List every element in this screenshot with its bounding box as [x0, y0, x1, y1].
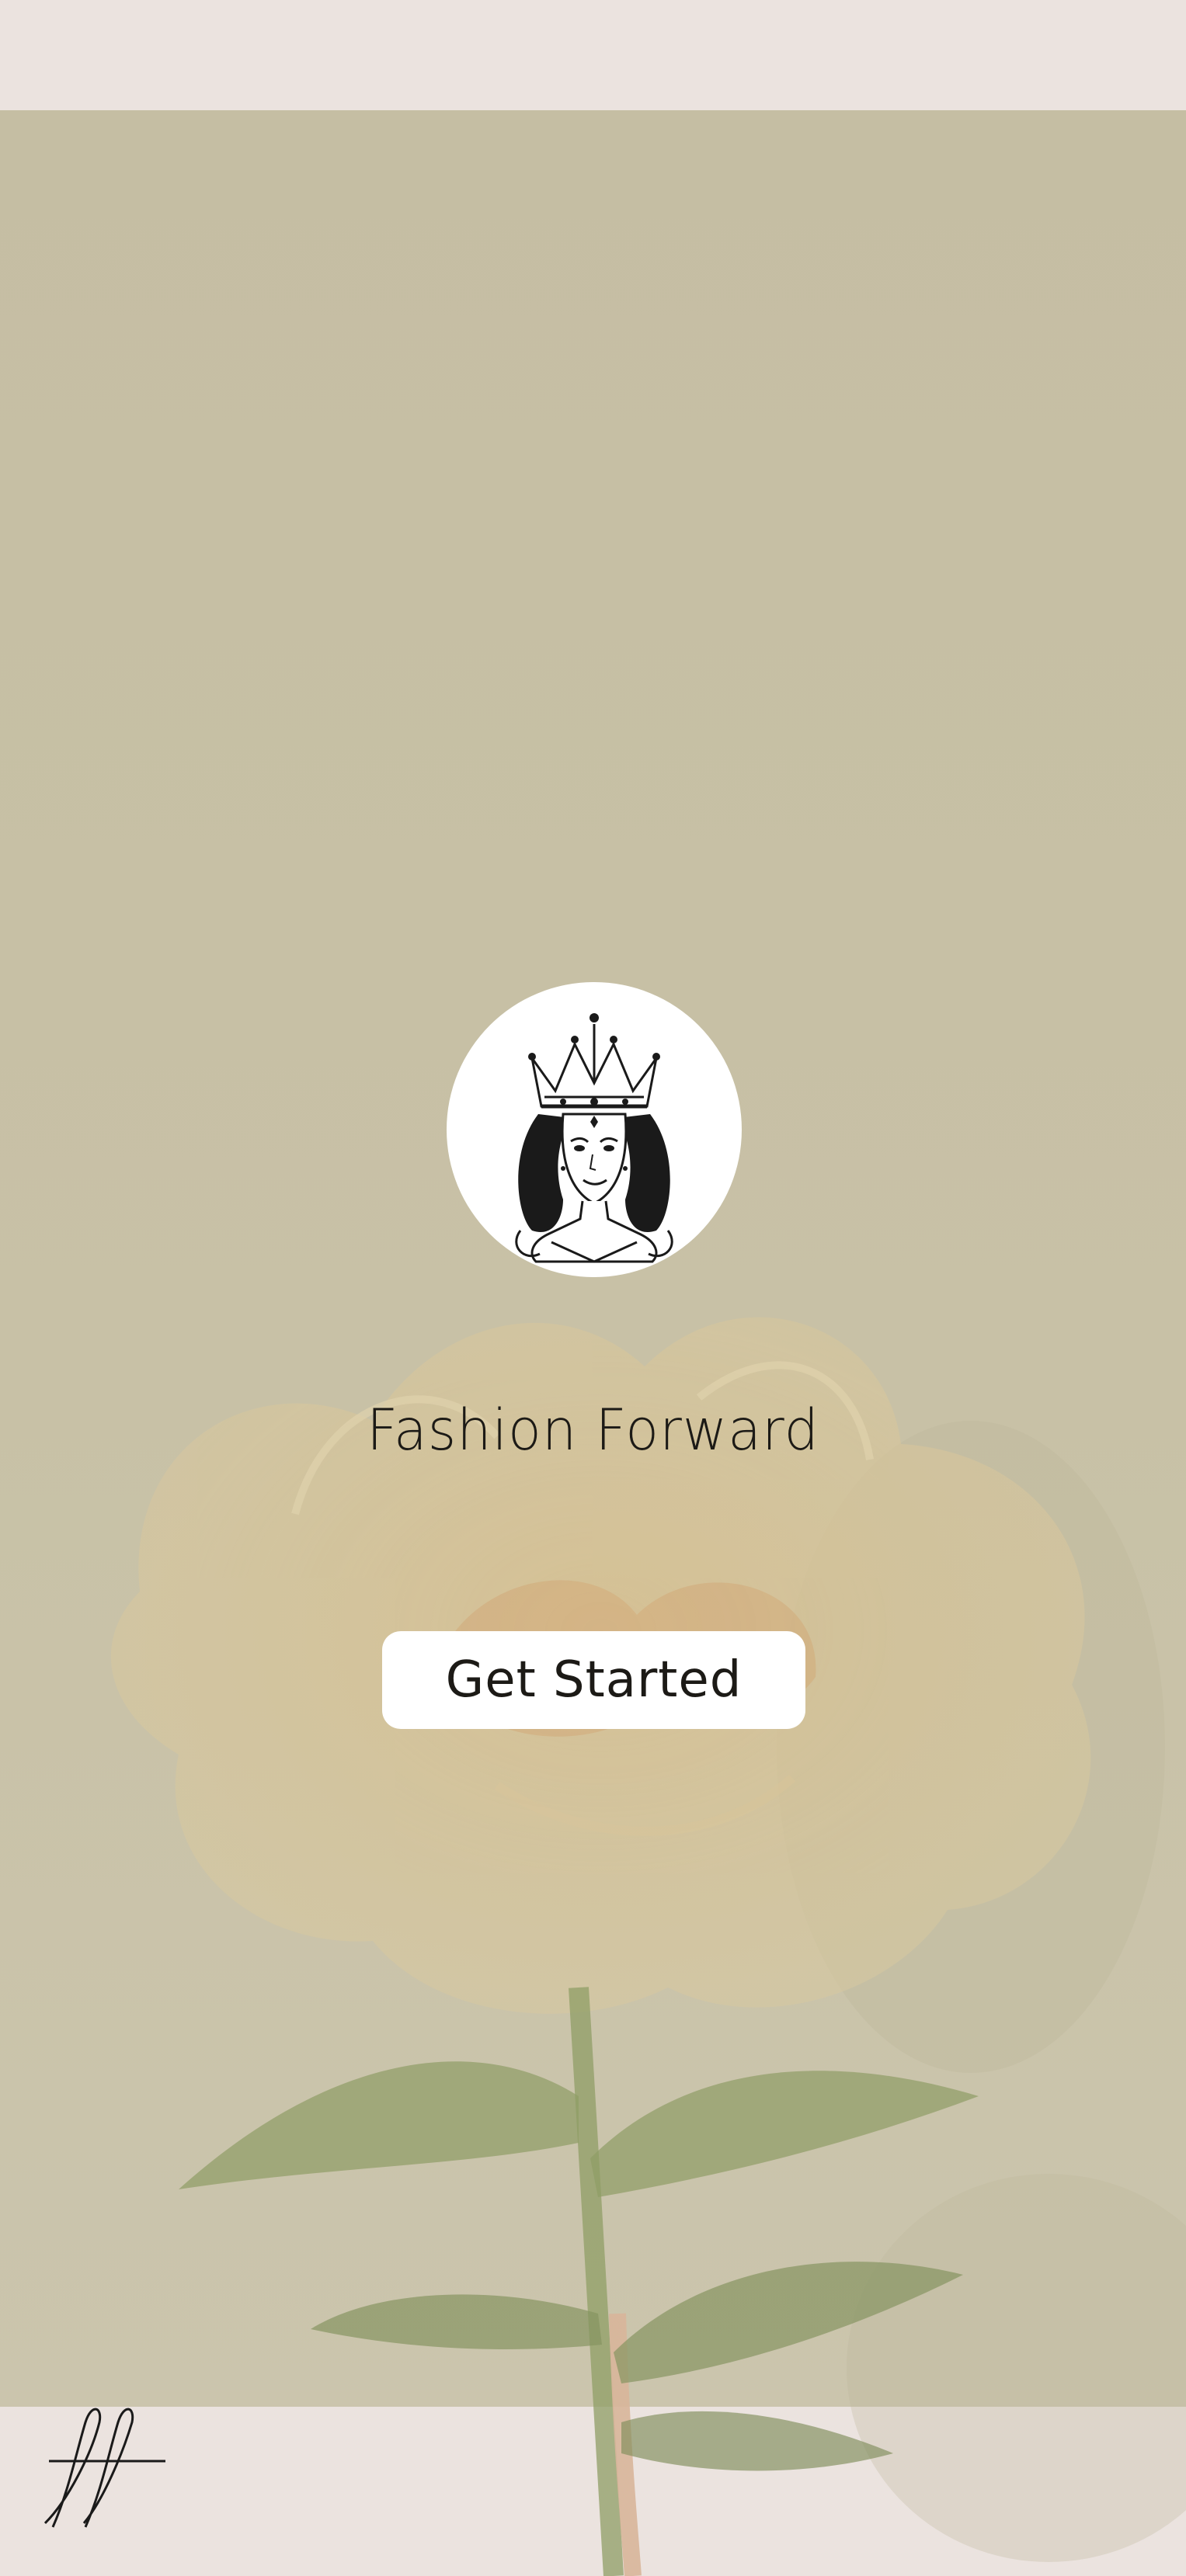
get-started-button[interactable]: Get Started	[382, 1631, 805, 1729]
top-band	[0, 0, 1186, 110]
logo-badge	[447, 982, 742, 1277]
ff-monogram-icon	[43, 2408, 165, 2528]
brand-title: Fashion Forward	[367, 1396, 819, 1464]
crowned-queen-logo-icon	[515, 1013, 673, 1263]
bottom-band	[0, 2407, 1186, 2576]
